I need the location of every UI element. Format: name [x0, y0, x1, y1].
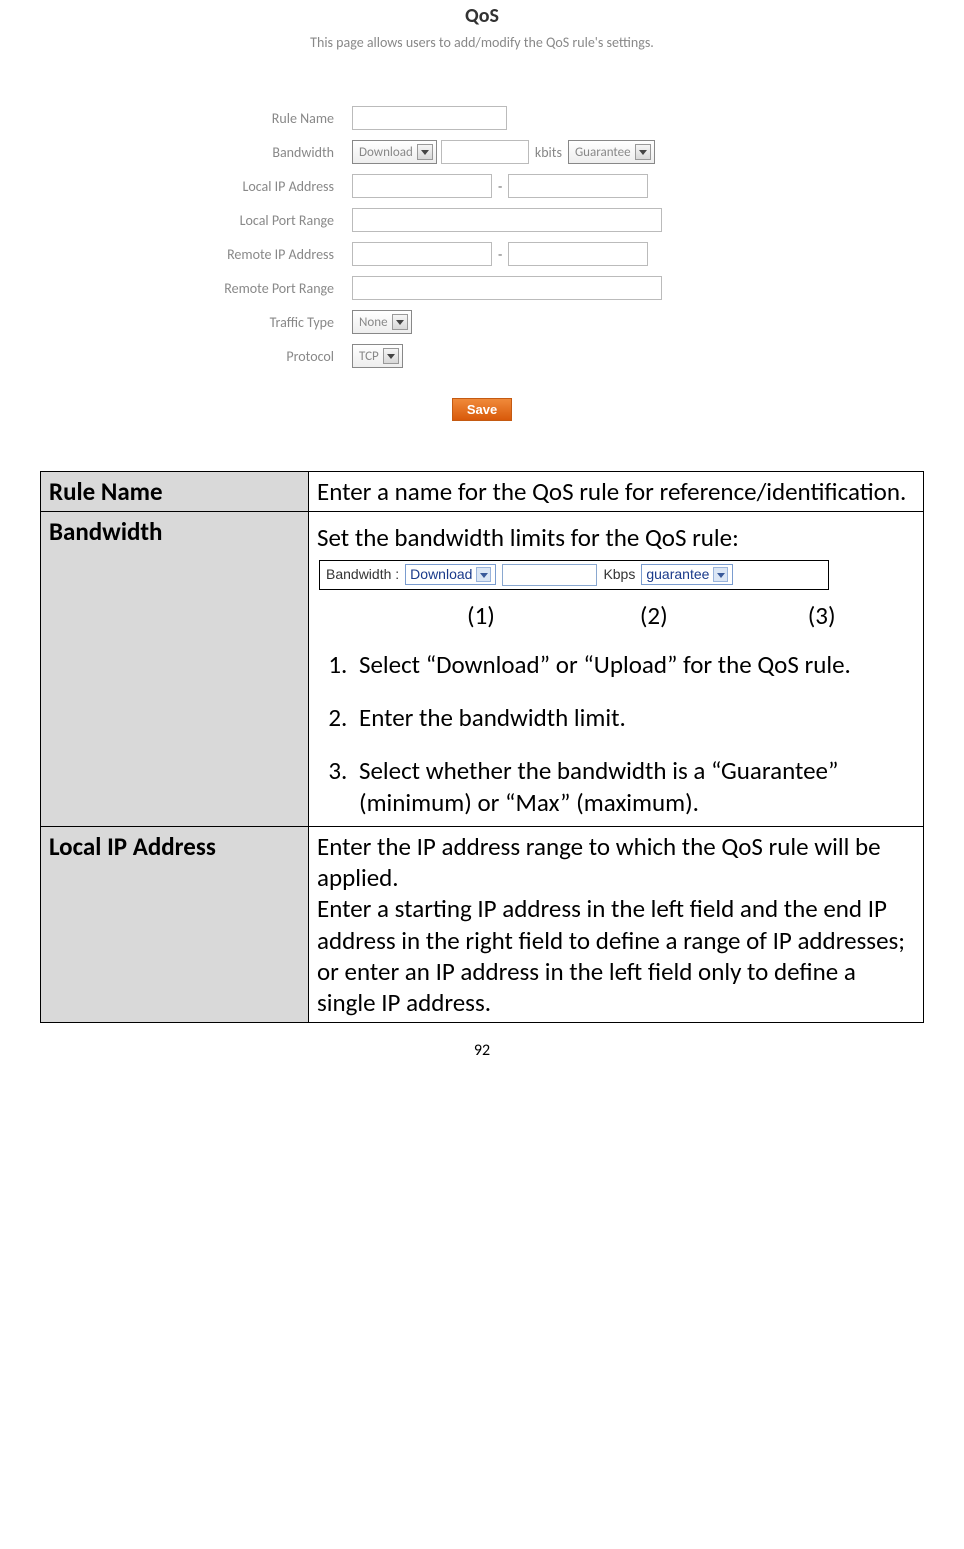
- doc-table: Rule Name Enter a name for the QoS rule …: [40, 471, 924, 1023]
- remote-ip-start-input[interactable]: [352, 242, 492, 266]
- chevron-down-icon: [476, 567, 491, 582]
- fig-units: Kbps: [603, 566, 635, 584]
- doc-local-ip-body: Enter the IP address range to which the …: [309, 826, 924, 1023]
- local-ip-start-input[interactable]: [352, 174, 492, 198]
- protocol-select[interactable]: TCP: [352, 344, 403, 368]
- save-button[interactable]: Save: [452, 398, 512, 421]
- table-row: Rule Name Enter a name for the QoS rule …: [41, 472, 924, 512]
- protocol-value: TCP: [359, 349, 379, 364]
- range-dash: -: [498, 246, 502, 263]
- rule-name-input[interactable]: [352, 106, 507, 130]
- bandwidth-mode-value: Guarantee: [575, 145, 631, 160]
- remote-ip-label: Remote IP Address: [192, 246, 352, 263]
- traffic-type-select[interactable]: None: [352, 310, 412, 334]
- fig-num-2: (2): [640, 600, 668, 631]
- local-ip-label: Local IP Address: [192, 178, 352, 195]
- fig-num-3: (3): [808, 600, 836, 631]
- traffic-type-label: Traffic Type: [192, 314, 352, 331]
- step-item: Select whether the bandwidth is a “Guara…: [353, 755, 915, 818]
- bandwidth-direction-value: Download: [359, 145, 413, 160]
- qos-form: Rule Name Bandwidth Download kbits Guara…: [192, 106, 772, 368]
- fig-value-input: [502, 564, 597, 586]
- table-row: Local IP Address Enter the IP address ra…: [41, 826, 924, 1023]
- chevron-down-icon: [392, 314, 408, 330]
- doc-rule-name-head: Rule Name: [41, 472, 309, 512]
- fig-direction-select: Download: [405, 564, 496, 586]
- doc-local-ip-head: Local IP Address: [41, 826, 309, 1023]
- page-title: QoS: [40, 0, 924, 34]
- local-ip-end-input[interactable]: [508, 174, 648, 198]
- doc-bandwidth-intro: Set the bandwidth limits for the QoS rul…: [317, 522, 915, 553]
- traffic-type-value: None: [359, 315, 388, 330]
- range-dash: -: [498, 178, 502, 195]
- fig-mode-select: guarantee: [641, 564, 733, 586]
- bandwidth-value-input[interactable]: [441, 140, 529, 164]
- doc-rule-name-body: Enter a name for the QoS rule for refere…: [309, 472, 924, 512]
- local-port-input[interactable]: [352, 208, 662, 232]
- step-item: Enter the bandwidth limit.: [353, 702, 915, 733]
- bandwidth-figure-label: Bandwidth :: [326, 566, 399, 584]
- bandwidth-steps: Select “Download” or “Upload” for the Qo…: [335, 649, 915, 818]
- bandwidth-direction-select[interactable]: Download: [352, 140, 437, 164]
- table-row: Bandwidth Set the bandwidth limits for t…: [41, 512, 924, 827]
- remote-port-input[interactable]: [352, 276, 662, 300]
- rule-name-label: Rule Name: [192, 110, 352, 127]
- protocol-label: Protocol: [192, 348, 352, 365]
- local-port-label: Local Port Range: [192, 212, 352, 229]
- doc-bandwidth-head: Bandwidth: [41, 512, 309, 827]
- bandwidth-mode-select[interactable]: Guarantee: [568, 140, 655, 164]
- fig-mode-value: guarantee: [646, 566, 709, 584]
- step-item: Select “Download” or “Upload” for the Qo…: [353, 649, 915, 680]
- bandwidth-label: Bandwidth: [192, 144, 352, 161]
- page-description: This page allows users to add/modify the…: [40, 34, 924, 51]
- chevron-down-icon: [417, 144, 433, 160]
- bandwidth-figure: Bandwidth : Download Kbps guarantee: [319, 560, 829, 590]
- figure-number-row: (1) (2) (3): [317, 594, 915, 649]
- remote-ip-end-input[interactable]: [508, 242, 648, 266]
- fig-direction-value: Download: [410, 566, 472, 584]
- doc-bandwidth-body: Set the bandwidth limits for the QoS rul…: [309, 512, 924, 827]
- page-number: 92: [40, 1041, 924, 1060]
- fig-num-1: (1): [467, 600, 495, 631]
- chevron-down-icon: [713, 567, 728, 582]
- chevron-down-icon: [635, 144, 651, 160]
- bandwidth-units-label: kbits: [535, 144, 562, 161]
- remote-port-label: Remote Port Range: [192, 280, 352, 297]
- chevron-down-icon: [383, 348, 399, 364]
